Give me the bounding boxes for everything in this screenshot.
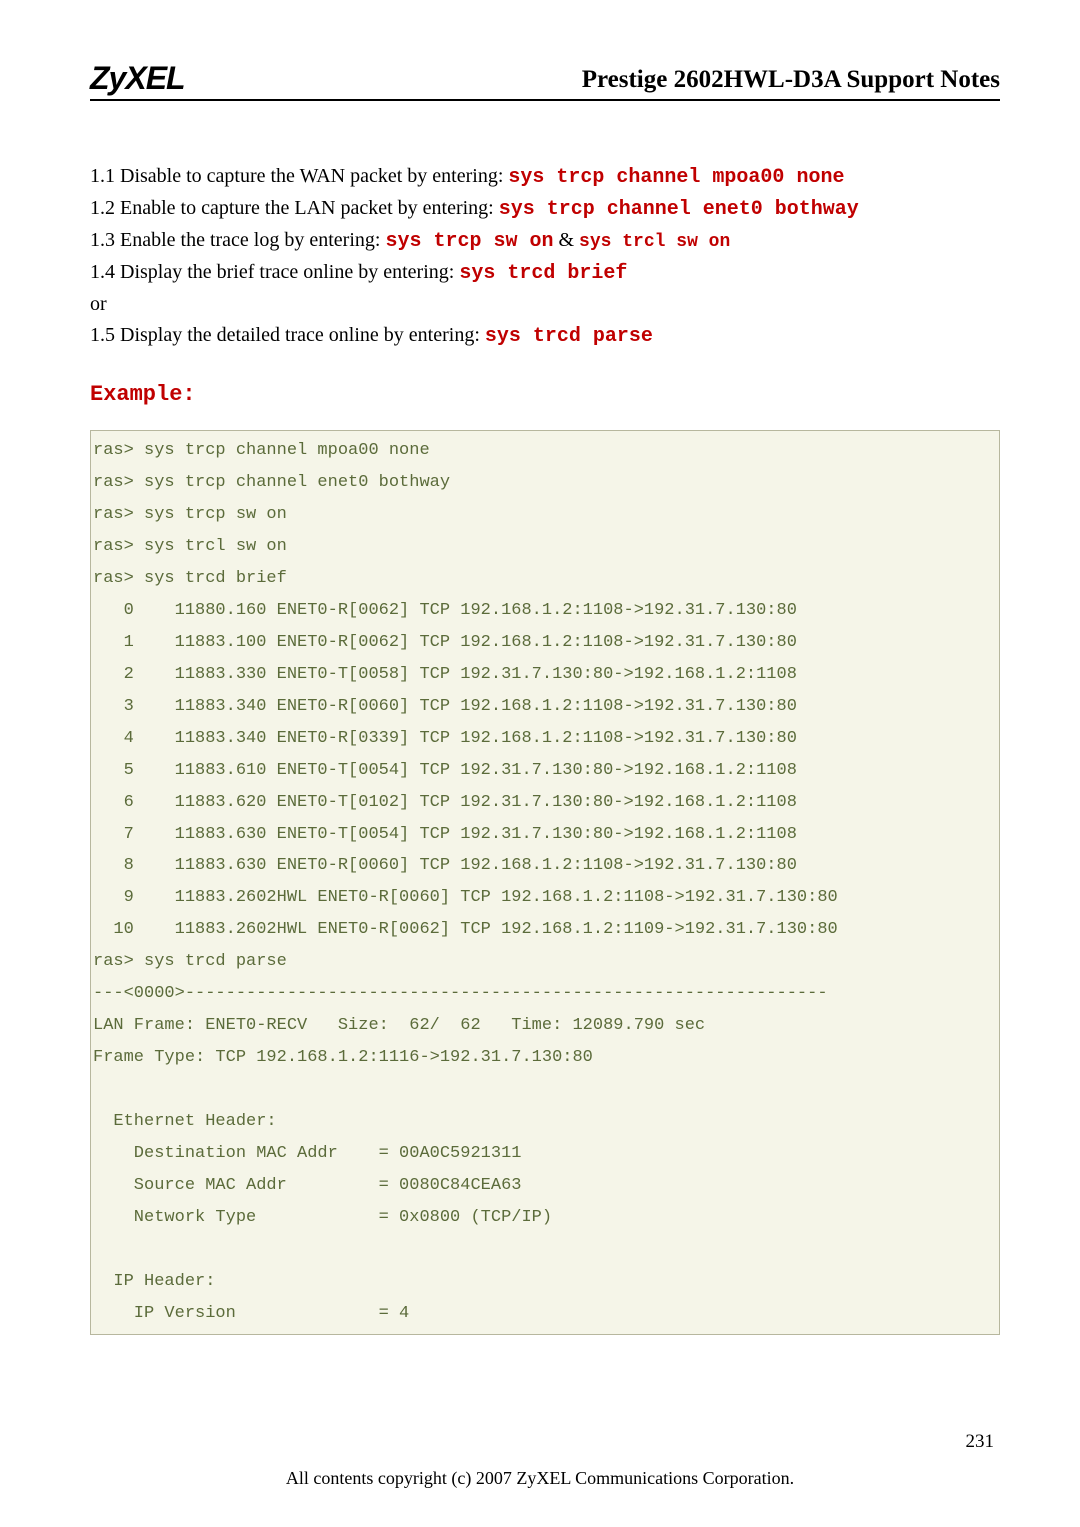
body-section: 1.1 Disable to capture the WAN packet by… [90,161,1000,1335]
terminal-output: ras> sys trcp channel mpoa00 none ras> s… [90,430,1000,1335]
page-number: 231 [966,1431,995,1453]
instr-4-command: sys trcd brief [459,262,627,285]
logo: ZyXEL [90,60,185,97]
instr-5-command: sys trcd parse [485,325,653,348]
example-heading: Example: [90,378,1000,412]
instruction-2: 1.2 Enable to capture the LAN packet by … [90,193,1000,225]
instruction-1: 1.1 Disable to capture the WAN packet by… [90,161,1000,193]
instr-5-prefix: 1.5 Display the detailed trace online by… [90,324,485,346]
instruction-3: 1.3 Enable the trace log by entering: sy… [90,225,1000,257]
instr-2-command: sys trcp channel enet0 bothway [499,198,859,221]
instr-1-command: sys trcp channel mpoa00 none [508,166,844,189]
instr-4-prefix: 1.4 Display the brief trace online by en… [90,261,459,283]
instruction-5: 1.5 Display the detailed trace online by… [90,320,1000,352]
page-header: ZyXEL Prestige 2602HWL-D3A Support Notes [90,60,1000,101]
instr-1-prefix: 1.1 Disable to capture the WAN packet by… [90,165,508,187]
instr-2-prefix: 1.2 Enable to capture the LAN packet by … [90,197,499,219]
instr-3-amp: & [553,229,579,251]
or-line: or [90,289,1000,320]
instr-3-prefix: 1.3 Enable the trace log by entering: [90,229,385,251]
document-title: Prestige 2602HWL-D3A Support Notes [582,66,1000,97]
copyright-footer: All contents copyright (c) 2007 ZyXEL Co… [0,1468,1080,1489]
instruction-4: 1.4 Display the brief trace online by en… [90,257,1000,289]
instr-3-command-2: sys trcl sw on [579,232,730,252]
instr-3-command: sys trcp sw on [385,230,553,253]
